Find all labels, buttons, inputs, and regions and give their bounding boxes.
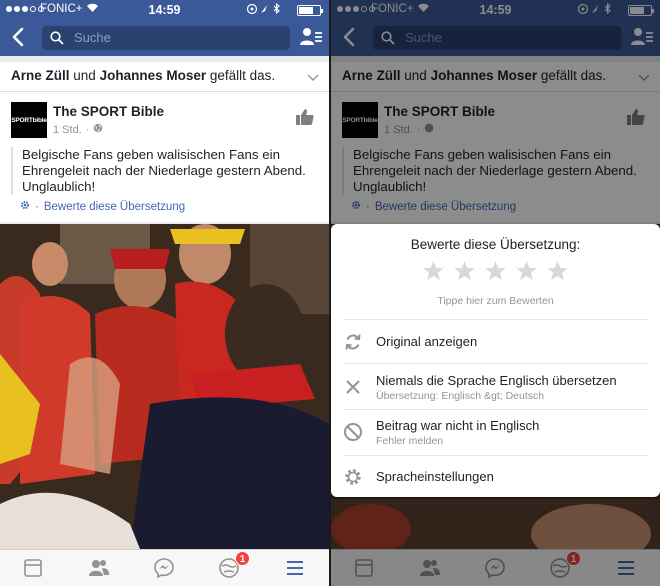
rate-translation-label: Bewerte diese Übersetzung (43, 200, 186, 213)
video-frame (0, 224, 329, 549)
chevron-down-icon[interactable] (307, 70, 319, 85)
gear-icon (20, 200, 30, 213)
star-icon[interactable] (453, 260, 476, 287)
globe-icon (93, 123, 103, 136)
context-suffix: gefällt das. (209, 68, 276, 83)
notifications-icon[interactable]: 1 (218, 551, 250, 579)
rate-translation-link[interactable]: · Bewerte diese Übersetzung (20, 200, 185, 213)
option-label: Beitrag war nicht in Englisch (376, 418, 540, 433)
status-icons (246, 2, 289, 18)
refresh-icon (343, 332, 363, 357)
post-meta: 1 Std. · (53, 123, 103, 136)
news-feed-icon[interactable] (22, 557, 46, 579)
translated-post-text: Belgische Fans geben walisischen Fans ei… (11, 147, 311, 195)
block-icon (343, 422, 363, 447)
option-sublabel: Fehler melden (376, 435, 444, 447)
language-settings-option[interactable]: Spracheinstellungen (343, 455, 649, 497)
translation-options-sheet: Bewerte diese Übersetzung: Tippe hier zu… (331, 224, 660, 497)
menu-icon[interactable] (284, 557, 308, 579)
not-english-option[interactable]: Beitrag war nicht in Englisch Fehler mel… (343, 409, 649, 455)
show-original-option[interactable]: Original anzeigen (343, 319, 649, 363)
messenger-icon[interactable] (153, 557, 177, 579)
battery-icon (297, 5, 323, 16)
liker-1[interactable]: Arne Züll (11, 68, 70, 83)
option-label: Spracheinstellungen (376, 469, 494, 484)
post-time: 1 Std. (53, 123, 82, 136)
search-placeholder: Suche (74, 30, 111, 45)
friend-requests-icon[interactable] (299, 26, 323, 48)
star-icon[interactable] (422, 260, 445, 287)
option-label: Niemals die Sprache Englisch übersetzen (376, 373, 617, 388)
page-logo[interactable]: SPORTbible (11, 102, 47, 138)
star-icon[interactable] (515, 260, 538, 287)
tab-bar: 1 (0, 549, 329, 586)
rating-hint: Tippe hier zum Bewerten (437, 295, 554, 307)
back-arrow-icon[interactable] (8, 24, 30, 50)
status-bar: FONIC+ 14:59 (0, 0, 329, 20)
battery-fill (299, 7, 313, 14)
never-translate-option[interactable]: Niemals die Sprache Englisch übersetzen … (343, 363, 649, 409)
star-icon[interactable] (484, 260, 507, 287)
liker-2[interactable]: Johannes Moser (100, 68, 207, 83)
gear-icon (343, 467, 363, 492)
nav-bar: Suche (0, 20, 329, 56)
search-field[interactable]: Suche (42, 26, 290, 50)
translation-options-screen: FONIC+ 14:59 Suche Arne Züll und Johanne… (331, 0, 660, 586)
conjunction: und (73, 68, 96, 83)
search-icon (50, 31, 64, 48)
notification-badge: 1 (235, 551, 250, 566)
like-page-icon[interactable] (295, 108, 315, 131)
post-card: SPORTbible The SPORT Bible 1 Std. · Belg… (0, 92, 329, 222)
logo-text: SPORTbible (11, 116, 47, 124)
page-name[interactable]: The SPORT Bible (53, 104, 164, 119)
star-icon[interactable] (546, 260, 569, 287)
star-rating[interactable] (422, 260, 569, 287)
close-icon (343, 377, 363, 402)
video-player[interactable] (0, 224, 329, 549)
friends-icon[interactable] (87, 557, 111, 579)
option-label: Original anzeigen (376, 334, 478, 349)
social-context: Arne Züll und Johannes Moser gefällt das… (0, 62, 329, 92)
sheet-title: Bewerte diese Übersetzung: (410, 237, 581, 252)
feed-screen: FONIC+ 14:59 Suche Arne Züll und Johanne… (0, 0, 329, 586)
option-sublabel: Übersetzung: Englisch &gt; Deutsch (376, 390, 545, 402)
